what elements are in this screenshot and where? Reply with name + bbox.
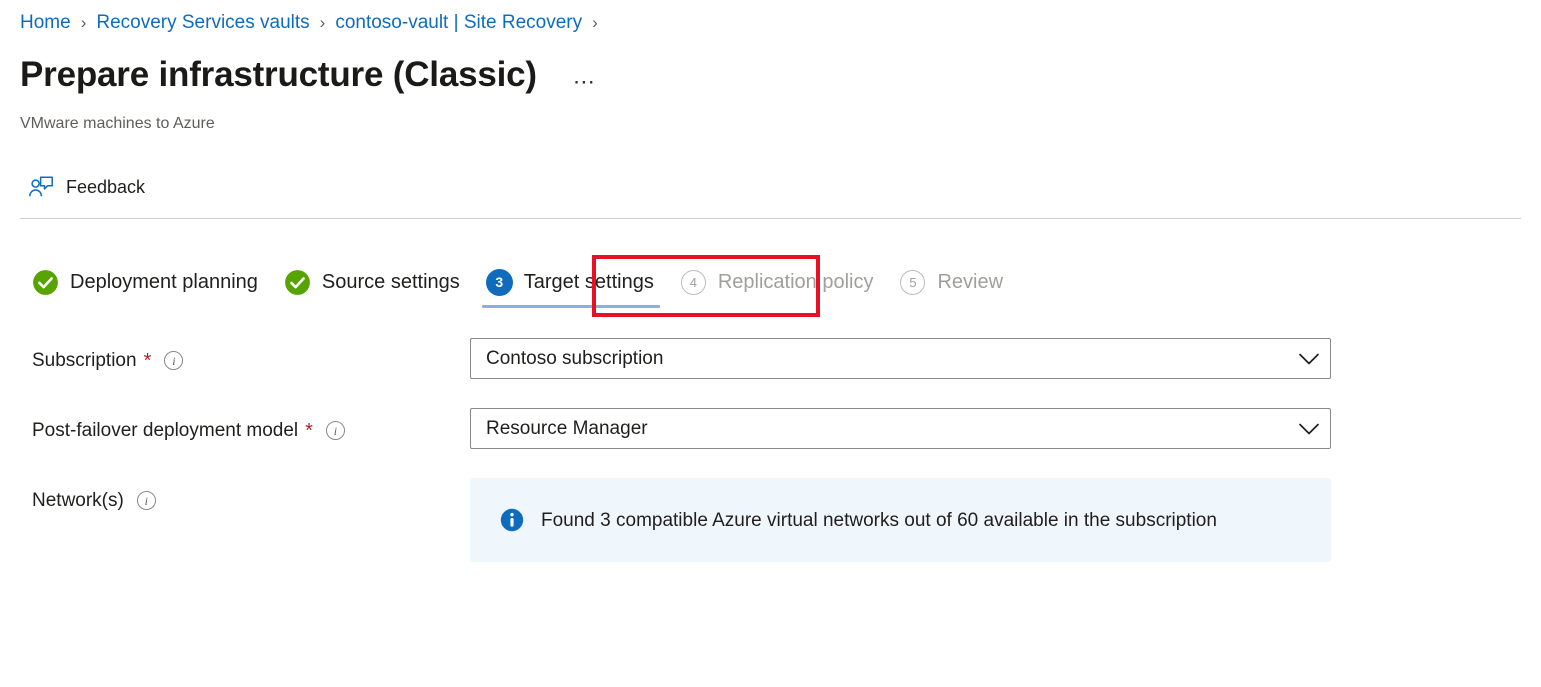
networks-label-group: Network(s) i — [32, 488, 156, 513]
command-bar-divider — [20, 218, 1521, 219]
more-options-button[interactable]: ⋯ — [567, 73, 603, 91]
required-asterisk: * — [305, 421, 313, 441]
wizard-step-label: Source settings — [322, 269, 460, 295]
command-bar: Feedback — [0, 163, 1541, 218]
breadcrumb: Home › Recovery Services vaults › contos… — [20, 10, 608, 36]
active-step-underline — [482, 305, 660, 308]
subscription-dropdown-value: Contoso subscription — [471, 346, 1288, 371]
step-number: 5 — [900, 270, 925, 295]
breadcrumb-item-recovery-services-vaults[interactable]: Recovery Services vaults — [96, 10, 309, 36]
networks-label: Network(s) — [32, 488, 124, 513]
subscription-label-group: Subscription * i — [32, 348, 183, 373]
page-title: Prepare infrastructure (Classic) — [20, 52, 537, 98]
subscription-label: Subscription — [32, 348, 137, 373]
wizard-step-label: Target settings — [524, 269, 654, 295]
wizard-step-replication-policy[interactable]: 4 Replication policy — [668, 258, 888, 306]
networks-info-banner-text: Found 3 compatible Azure virtual network… — [541, 508, 1217, 533]
chevron-down-icon — [1288, 422, 1330, 436]
wizard-step-label: Review — [937, 269, 1003, 295]
feedback-button[interactable]: Feedback — [22, 167, 155, 207]
wizard-step-source-settings[interactable]: Source settings — [272, 258, 474, 306]
step-number-badge: 4 — [680, 269, 707, 296]
page-subtitle: VMware machines to Azure — [20, 113, 215, 135]
check-circle-icon — [32, 269, 59, 296]
wizard-step-deployment-planning[interactable]: Deployment planning — [20, 258, 272, 306]
breadcrumb-separator-icon: › — [320, 10, 326, 36]
breadcrumb-item-contoso-vault-site-recovery[interactable]: contoso-vault | Site Recovery — [335, 10, 582, 36]
breadcrumb-item-home[interactable]: Home — [20, 10, 71, 36]
check-circle-icon — [284, 269, 311, 296]
info-icon[interactable]: i — [326, 421, 345, 440]
feedback-person-icon — [28, 174, 54, 200]
form-row-post-failover-deployment-model: Post-failover deployment model * i Resou… — [0, 406, 1541, 476]
wizard-step-target-settings[interactable]: 3 Target settings — [474, 258, 668, 306]
wizard-step-label: Deployment planning — [70, 269, 258, 295]
form-row-subscription: Subscription * i Contoso subscription — [0, 336, 1541, 406]
step-number-badge: 5 — [899, 269, 926, 296]
step-number: 3 — [486, 269, 513, 296]
title-row: Prepare infrastructure (Classic) ⋯ — [20, 52, 603, 98]
deployment-model-label: Post-failover deployment model — [32, 418, 298, 443]
feedback-button-label: Feedback — [66, 175, 145, 199]
info-icon[interactable]: i — [164, 351, 183, 370]
wizard-steps: Deployment planning Source settings 3 Ta… — [20, 258, 1017, 314]
breadcrumb-separator-icon: › — [81, 10, 87, 36]
networks-info-banner: Found 3 compatible Azure virtual network… — [470, 478, 1331, 562]
step-number: 4 — [681, 270, 706, 295]
required-asterisk: * — [144, 351, 152, 371]
subscription-dropdown[interactable]: Contoso subscription — [470, 338, 1331, 379]
info-circle-icon — [499, 507, 525, 533]
wizard-step-label: Replication policy — [718, 269, 874, 295]
chevron-down-icon — [1288, 352, 1330, 366]
wizard-step-review[interactable]: 5 Review — [887, 258, 1017, 306]
deployment-model-dropdown[interactable]: Resource Manager — [470, 408, 1331, 449]
step-number-badge: 3 — [486, 269, 513, 296]
deployment-model-dropdown-value: Resource Manager — [471, 416, 1288, 441]
info-icon[interactable]: i — [137, 491, 156, 510]
breadcrumb-separator-icon: › — [592, 10, 598, 36]
deployment-model-label-group: Post-failover deployment model * i — [32, 418, 345, 443]
